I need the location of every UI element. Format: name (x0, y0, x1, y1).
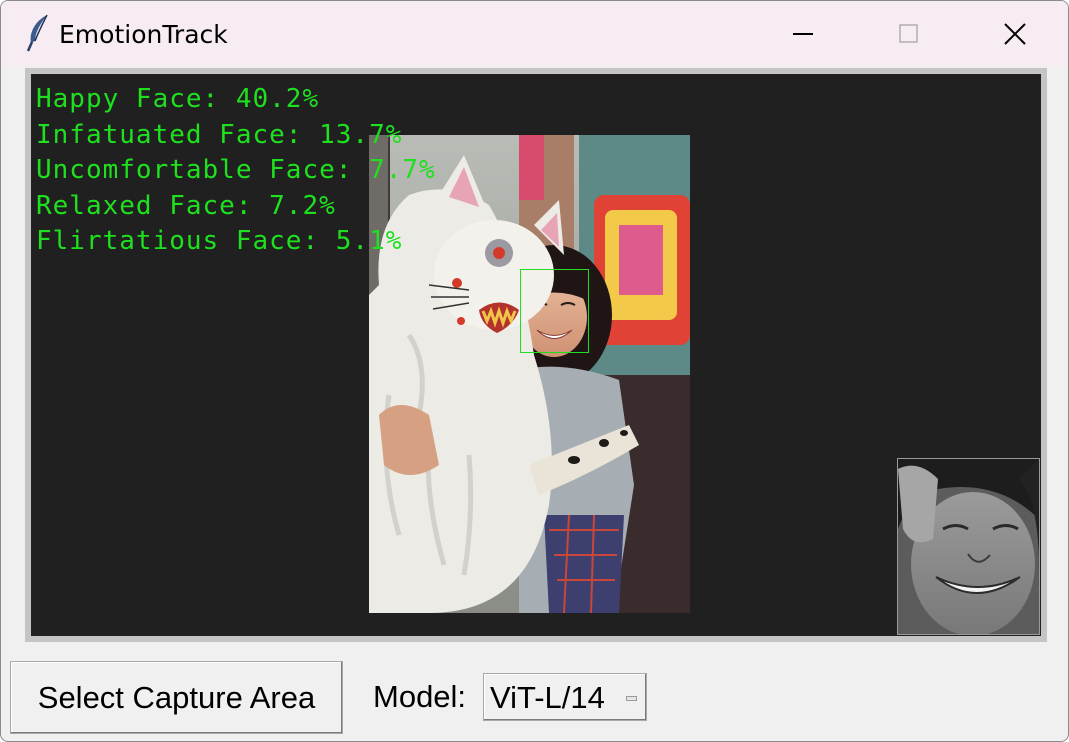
model-selected-value: ViT-L/14 (490, 680, 605, 715)
video-canvas: Happy Face: 40.2% Infatuated Face: 13.7%… (31, 74, 1041, 636)
emotion-line: Uncomfortable Face: 7.7% (36, 155, 436, 185)
window-title: EmotionTrack (59, 20, 228, 49)
close-icon[interactable] (995, 15, 1035, 53)
face-detection-box (520, 269, 589, 353)
select-capture-area-button[interactable]: Select Capture Area (10, 661, 343, 734)
model-dropdown[interactable]: ViT-L/14 (483, 673, 647, 721)
emotion-line: Infatuated Face: 13.7% (36, 119, 403, 150)
video-canvas-frame: Happy Face: 40.2% Infatuated Face: 13.7%… (25, 68, 1047, 642)
maximize-icon[interactable] (889, 15, 929, 53)
face-thumbnail (897, 458, 1040, 635)
feather-icon (23, 13, 53, 53)
emotion-line: Happy Face: 40.2% (36, 84, 320, 114)
emotion-overlay: Happy Face: 40.2% Infatuated Face: 13.7%… (36, 82, 436, 260)
title-bar[interactable]: EmotionTrack (1, 1, 1068, 67)
model-label: Model: (373, 679, 467, 714)
emotion-line: Flirtatious Face: 5.1% (36, 226, 403, 256)
app-window: EmotionTrack Happy Face: 40.2% Infatuate… (0, 0, 1069, 742)
dropdown-indicator-icon (626, 696, 637, 701)
minimize-icon[interactable] (783, 15, 823, 53)
emotion-line: Relaxed Face: 7.2% (36, 190, 336, 221)
